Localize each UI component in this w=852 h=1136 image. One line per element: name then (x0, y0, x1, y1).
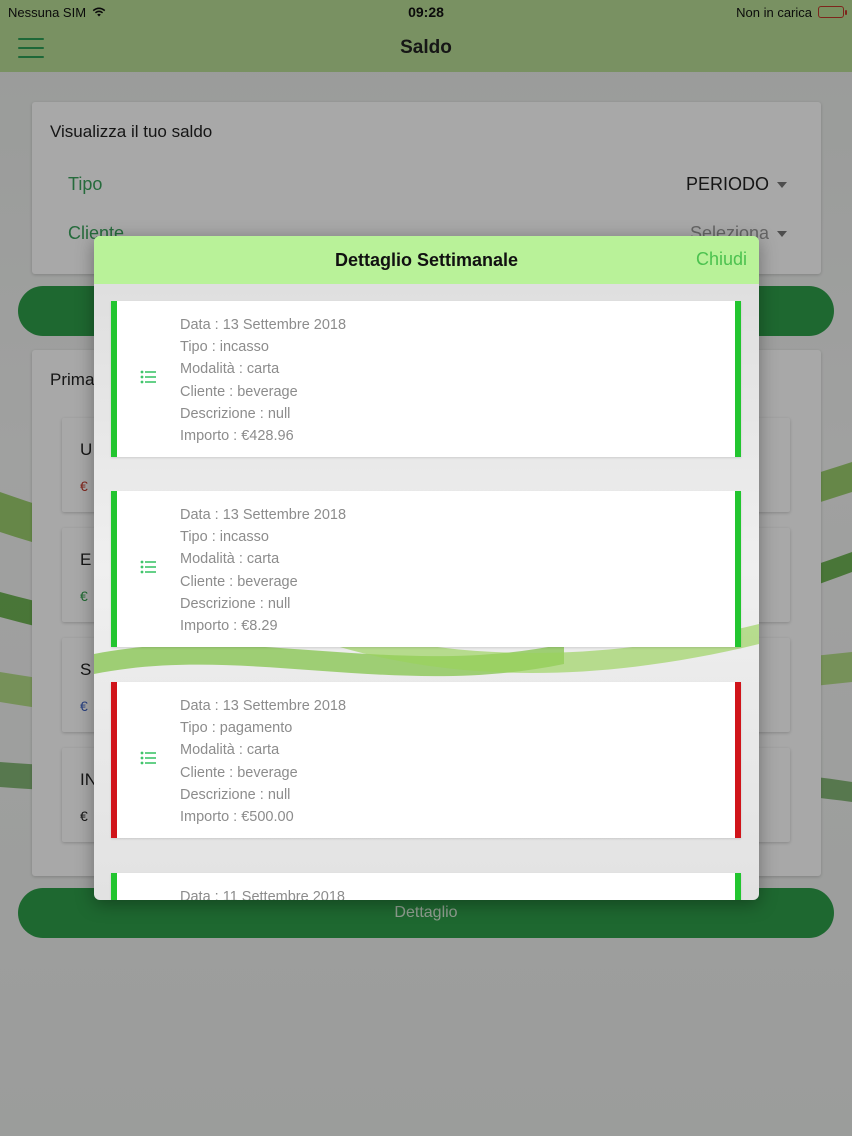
modal-title: Dettaglio Settimanale (334, 249, 519, 270)
modal-header: Dettaglio Settimanale Chiudi (94, 236, 759, 284)
entry-description: Descrizione : null (180, 405, 291, 422)
entry-client: Cliente : beverage (180, 573, 298, 590)
list-icon (140, 751, 156, 765)
weekly-detail-modal: Dettaglio Settimanale Chiudi Data : 13 S… (94, 236, 759, 900)
list-icon (140, 370, 156, 384)
modal-list[interactable]: Data : 13 Settembre 2018 Tipo : incasso … (94, 284, 759, 900)
entry-date: Data : 11 Settembre 2018 (180, 889, 345, 900)
entry-client: Cliente : beverage (180, 383, 298, 400)
entry-details: Data : 13 Settembre 2018 Tipo : incasso … (180, 314, 346, 447)
entry-mode: Modalità : carta (180, 361, 280, 378)
entry-type: Tipo : pagamento (180, 720, 293, 737)
list-item[interactable]: Data : 13 Settembre 2018 Tipo : incasso … (111, 301, 741, 457)
entry-description: Descrizione : null (180, 595, 291, 612)
entry-type: Tipo : incasso (180, 529, 269, 546)
list-item[interactable]: Data : 13 Settembre 2018 Tipo : pagament… (111, 682, 741, 838)
entry-details: Data : 11 Settembre 2018 (180, 886, 345, 900)
entry-date: Data : 13 Settembre 2018 (180, 317, 347, 333)
entry-mode: Modalità : carta (180, 551, 280, 568)
entry-amount: Importo : €428.96 (180, 428, 294, 445)
entry-date: Data : 13 Settembre 2018 (180, 698, 347, 714)
entry-amount: Importo : €500.00 (180, 809, 294, 826)
entry-mode: Modalità : carta (180, 742, 280, 759)
entry-type: Tipo : incasso (180, 339, 269, 356)
list-icon (140, 560, 156, 574)
list-item[interactable]: Data : 13 Settembre 2018 Tipo : incasso … (111, 491, 741, 647)
entry-details: Data : 13 Settembre 2018 Tipo : incasso … (180, 504, 346, 637)
entry-date: Data : 13 Settembre 2018 (180, 507, 347, 523)
close-button[interactable]: Chiudi (696, 249, 747, 270)
entry-client: Cliente : beverage (180, 764, 298, 781)
list-item[interactable]: Data : 11 Settembre 2018 (111, 873, 741, 900)
entry-description: Descrizione : null (180, 786, 291, 803)
entry-details: Data : 13 Settembre 2018 Tipo : pagament… (180, 695, 346, 828)
entry-amount: Importo : €8.29 (180, 618, 278, 635)
